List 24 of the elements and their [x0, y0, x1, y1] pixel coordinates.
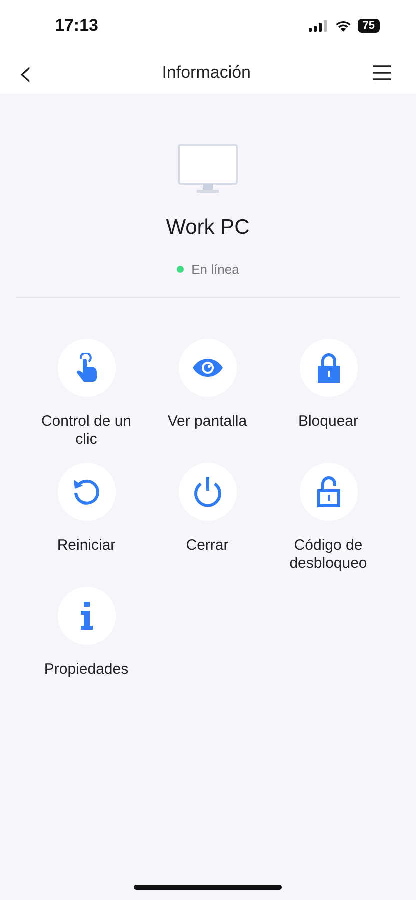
back-button[interactable]: ‹: [10, 56, 42, 90]
pointing-hand-icon: [74, 353, 98, 383]
device-name: Work PC: [166, 216, 250, 240]
restart-icon: [72, 477, 102, 507]
page-title: Información: [162, 63, 252, 83]
battery-level: 75: [358, 19, 380, 33]
eye-icon: [192, 358, 224, 378]
action-label: Reiniciar: [56, 537, 117, 556]
status-label: En línea: [192, 262, 240, 277]
signal-icon: [308, 20, 329, 32]
action-label: Control de un clic: [40, 413, 133, 449]
info-icon: [78, 602, 94, 630]
wifi-icon: [334, 20, 352, 32]
action-label: Cerrar: [185, 537, 230, 556]
power-icon: [192, 476, 222, 508]
clock-time: 17:13: [55, 16, 98, 36]
action-label: Código de desbloqueo: [288, 537, 368, 573]
lock-icon: [316, 353, 340, 383]
unlock-icon: [316, 476, 340, 508]
monitor-icon: [178, 144, 238, 194]
action-label: Ver pantalla: [166, 413, 248, 432]
menu-icon[interactable]: [372, 65, 392, 81]
action-label: Propiedades: [43, 661, 130, 680]
action-label: Bloquear: [297, 413, 360, 432]
